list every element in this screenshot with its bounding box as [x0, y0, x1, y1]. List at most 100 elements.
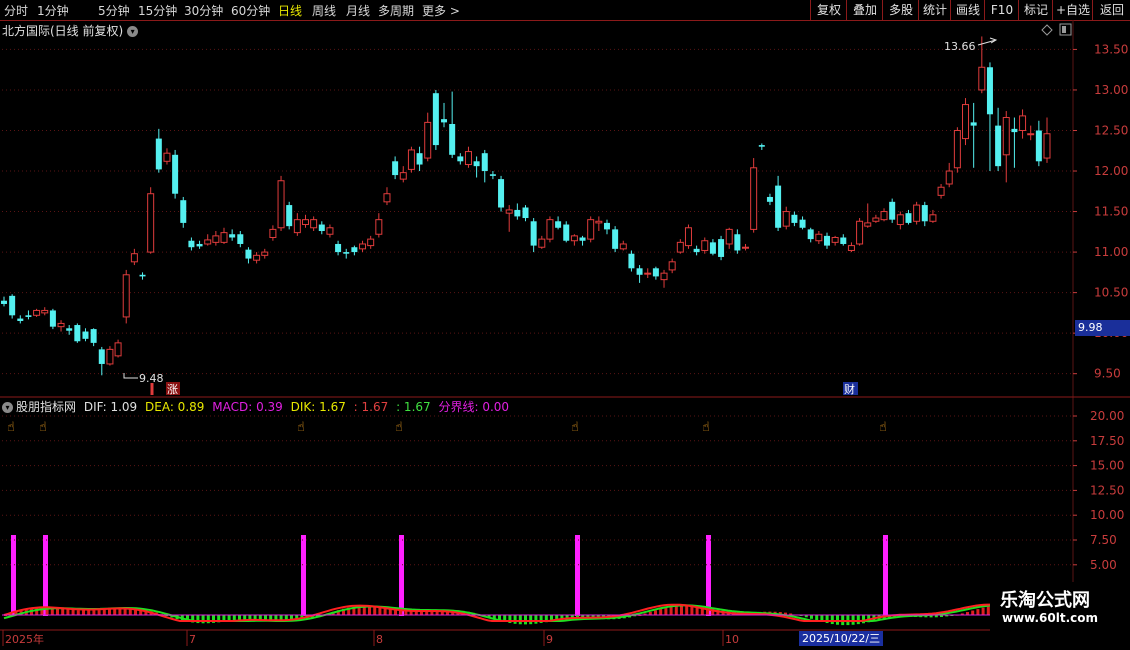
macd-bar: [721, 610, 725, 615]
period-tab-monthly[interactable]: 月线: [346, 2, 370, 19]
candle: [17, 315, 24, 324]
period-tab-15min[interactable]: 15分钟: [138, 2, 177, 19]
signal-bar: [575, 535, 580, 616]
multi-stock-button[interactable]: 多股: [882, 0, 919, 20]
candle-body: [147, 193, 155, 253]
candle-body: [775, 185, 782, 228]
macd-bar: [378, 607, 382, 615]
period-tab-1min[interactable]: 1分钟: [37, 2, 69, 19]
macd-bar: [841, 615, 845, 626]
candle: [725, 227, 733, 249]
macd-bar: [139, 609, 143, 615]
macd-bar: [867, 615, 871, 623]
candle: [791, 211, 798, 227]
macd-bar: [898, 615, 902, 618]
candle: [155, 128, 162, 173]
signal-bar: [43, 535, 48, 616]
indicator-tick-label: 17.50: [1090, 434, 1124, 448]
statistics-button[interactable]: 统计: [918, 0, 951, 20]
candle: [587, 216, 595, 243]
macd-bar: [170, 615, 174, 618]
candle-body: [742, 246, 750, 249]
macd-bar: [232, 615, 236, 621]
chevron-down-icon[interactable]: ▾: [127, 26, 139, 37]
candle: [505, 205, 513, 232]
candle: [840, 234, 847, 246]
candle: [734, 229, 741, 254]
candle-body: [1011, 128, 1018, 133]
dea-value: DEA: 0.89: [145, 400, 205, 414]
signal-bar: [883, 535, 888, 616]
macd-bar: [165, 615, 169, 616]
macd-bar: [950, 615, 954, 616]
candle: [318, 221, 325, 235]
period-tab-more[interactable]: 更多 >: [422, 2, 460, 19]
macd-bar: [700, 606, 704, 615]
candle-body: [995, 125, 1002, 167]
candle-body: [782, 211, 790, 227]
candle-body: [293, 219, 301, 234]
pointing-hand-icon: ☝: [7, 420, 15, 435]
macd-bar: [388, 608, 392, 615]
macd-bar: [128, 608, 132, 615]
candle-body: [489, 174, 496, 176]
macd-bar: [430, 610, 434, 615]
period-tab-multi[interactable]: 多周期: [378, 2, 414, 19]
back-button[interactable]: 返回: [1092, 0, 1130, 20]
period-tab-30min[interactable]: 30分钟: [184, 2, 223, 19]
candle: [74, 323, 81, 343]
macd-value: MACD: 0.39: [212, 400, 283, 414]
add-watchlist-button[interactable]: +自选: [1052, 0, 1093, 20]
candle: [449, 91, 456, 159]
adjust-button[interactable]: 复权: [810, 0, 847, 20]
overlay-button[interactable]: 叠加: [846, 0, 883, 20]
macd-bar: [24, 609, 28, 615]
macd-bar: [711, 608, 715, 615]
candle-body: [1043, 133, 1051, 159]
kline-chart[interactable]: 13.50 13.00 12.50 12.00 11.50 11.00 10.50 10.00…: [0, 0, 1130, 650]
mark-button[interactable]: 标记: [1018, 0, 1053, 20]
macd-bar: [123, 608, 127, 615]
candle-body: [840, 237, 847, 244]
macd-bar: [108, 609, 111, 615]
candle: [693, 245, 700, 256]
period-tab-weekly[interactable]: 周线: [312, 2, 336, 19]
candle-body: [563, 224, 570, 241]
chevron-down-icon[interactable]: ▾: [2, 402, 13, 413]
macd-bar: [784, 612, 787, 615]
candle-body: [457, 156, 464, 162]
period-tab-5min[interactable]: 5分钟: [98, 2, 130, 19]
draw-line-button[interactable]: 画线: [950, 0, 985, 20]
macd-bar: [40, 607, 44, 615]
candle-body: [122, 274, 130, 318]
macd-bar: [872, 615, 876, 622]
candle-body: [799, 219, 806, 228]
macd-bar: [747, 612, 751, 615]
candle-body: [612, 229, 619, 249]
candle-body: [929, 214, 937, 222]
period-tab-60min[interactable]: 60分钟: [231, 2, 270, 19]
period-tab-minute[interactable]: 分时: [4, 2, 28, 19]
candle: [905, 209, 912, 225]
candle-body: [114, 342, 122, 357]
candle: [1002, 111, 1010, 183]
candle-body: [791, 214, 798, 223]
macd-bar: [924, 615, 928, 618]
macd-bar: [778, 612, 782, 615]
macd-bar: [534, 615, 538, 624]
candle-body: [57, 322, 65, 328]
candle-body: [603, 222, 610, 230]
macd-bar: [144, 609, 148, 615]
f10-button[interactable]: F10: [984, 0, 1019, 20]
candle: [416, 146, 423, 172]
macd-bar: [279, 615, 283, 621]
candle-body: [701, 240, 709, 251]
candle: [66, 325, 73, 335]
candle: [172, 149, 179, 199]
candle-body: [383, 193, 391, 203]
macd-bar: [586, 615, 590, 619]
macd-bar: [659, 608, 663, 615]
candle-body: [668, 261, 676, 271]
candle-body: [98, 349, 105, 364]
period-tab-daily[interactable]: 日线: [278, 2, 302, 19]
